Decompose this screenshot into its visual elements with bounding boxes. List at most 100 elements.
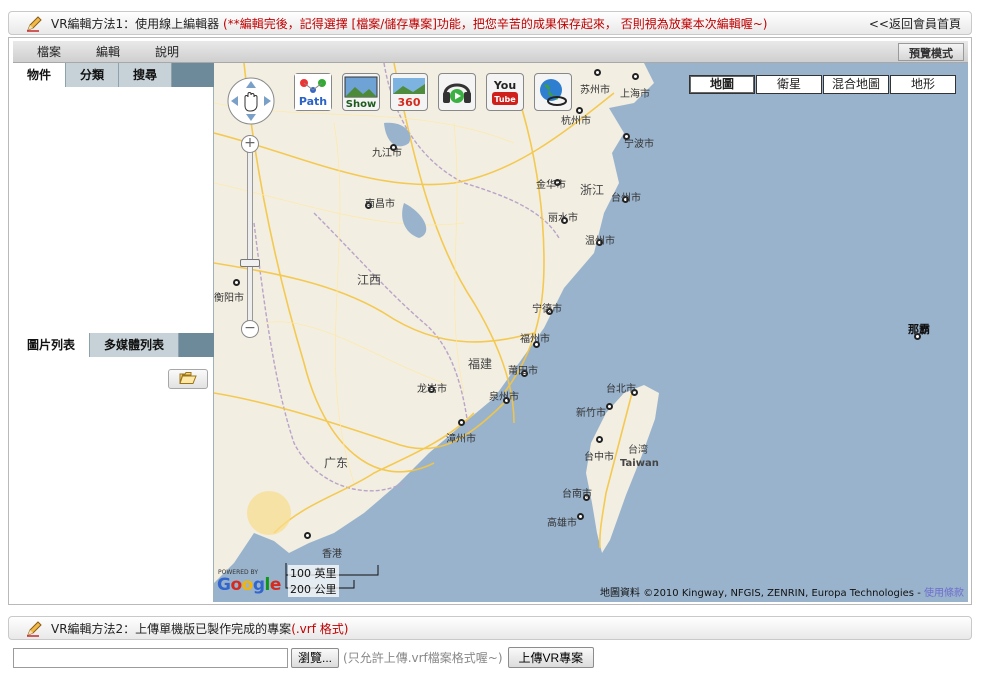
path-tool-button[interactable]: Path: [294, 73, 332, 111]
object-list[interactable]: [13, 87, 213, 331]
tab-categories[interactable]: 分類: [66, 63, 120, 87]
vrf-file-path-input[interactable]: [13, 647, 288, 668]
maptype-terrain-button[interactable]: 地形: [890, 75, 956, 94]
svg-text:360: 360: [398, 96, 421, 109]
maptype-hybrid-button[interactable]: 混合地圖: [823, 75, 889, 94]
city-label: 台北市: [606, 384, 636, 395]
terms-of-use-link[interactable]: 使用條款: [924, 588, 964, 599]
city-label: 香港: [322, 549, 342, 560]
city-label: 莆田市: [508, 366, 538, 377]
city-label: 宁德市: [532, 304, 562, 315]
globe-icon: [540, 79, 567, 106]
city-label: 南昌市: [365, 199, 395, 210]
zoom-slider-track[interactable]: [247, 151, 253, 333]
open-folder-icon: [179, 372, 197, 384]
menu-help[interactable]: 說明: [131, 43, 190, 60]
path-icon: Path: [295, 74, 331, 110]
method2-format: (.vrf 格式): [291, 621, 349, 636]
city-marker: [594, 69, 601, 76]
zoom-in-button[interactable]: +: [241, 135, 259, 153]
city-marker: [632, 73, 639, 80]
method2-header: VR編輯方法2：上傳單機版已製作完成的專案(.vrf 格式): [8, 616, 972, 640]
city-label: 台州市: [611, 193, 641, 204]
city-label: 台中市: [584, 452, 614, 463]
city-label: 那霸: [908, 323, 930, 336]
city-label: 福州市: [520, 334, 550, 345]
headphones-icon: [443, 83, 471, 103]
preview-mode-button[interactable]: 預覽模式: [898, 42, 964, 61]
show-tool-button[interactable]: Show: [342, 73, 380, 111]
zoom-out-button[interactable]: −: [241, 320, 259, 338]
left-panel: 物件 分類 搜尋 圖片列表 多媒體列表: [13, 63, 214, 602]
hand-icon: [244, 92, 258, 112]
youtube-tool-button[interactable]: You Tube: [486, 73, 524, 111]
province-label: 江西: [357, 273, 382, 287]
city-marker: [233, 279, 240, 286]
method1-warning: (**編輯完後，記得選擇 [檔案/儲存專案]功能，把您辛苦的成果保存起來， 否則…: [223, 16, 768, 31]
svg-text:Path: Path: [299, 95, 327, 108]
open-folder-button[interactable]: [168, 369, 208, 389]
menu-file[interactable]: 檔案: [13, 43, 72, 60]
map-base-layer: [214, 63, 659, 583]
city-marker: [304, 532, 311, 539]
city-label: 金华市: [536, 180, 566, 191]
pencil-icon: [27, 621, 42, 637]
method1-title: VR編輯方法1：使用線上編輯器 (**編輯完後，記得選擇 [檔案/儲存專案]功能…: [51, 16, 768, 31]
province-label: 浙江: [580, 183, 605, 197]
svg-text:Tube: Tube: [494, 95, 516, 104]
panorama-360-icon: 360: [393, 78, 425, 109]
scale-label-bottom: 200 公里: [288, 581, 339, 597]
tab-image-list[interactable]: 圖片列表: [13, 333, 91, 357]
city-marker: [577, 513, 584, 520]
city-label: 温州市: [585, 236, 615, 247]
menu-edit[interactable]: 編輯: [72, 43, 131, 60]
city-label: 宁波市: [624, 139, 654, 150]
city-label: 龙岩市: [417, 384, 447, 395]
scale-label-top: 100 英里: [288, 565, 339, 581]
pencil-icon: [27, 16, 42, 32]
city-label: 泉州市: [489, 392, 519, 403]
svg-text:Show: Show: [346, 99, 376, 110]
city-marker: [606, 403, 613, 410]
tab-multimedia-list[interactable]: 多媒體列表: [90, 333, 180, 357]
city-marker: [596, 436, 603, 443]
google-logo[interactable]: Google: [217, 575, 281, 595]
city-label: 新竹市: [576, 408, 606, 419]
maptype-satellite-button[interactable]: 衛星: [756, 75, 822, 94]
city-label: 高雄市: [547, 518, 577, 529]
province-label: Taiwan: [620, 458, 659, 469]
zoom-slider-handle[interactable]: [240, 259, 260, 267]
province-label: 广东: [324, 456, 349, 470]
tab-search[interactable]: 搜尋: [119, 63, 173, 87]
city-label: 上海市: [620, 89, 650, 100]
svg-text:You: You: [493, 79, 516, 92]
city-label: 台南市: [562, 489, 592, 500]
map-view[interactable]: 浙江 江西 福建 广东 台湾 Taiwan 苏州市 上海市杭州市宁波市九江市金华市…: [214, 63, 968, 602]
city-marker: [458, 419, 465, 426]
globe-link-tool-button[interactable]: [534, 73, 572, 111]
city-label: 九江市: [372, 148, 402, 159]
city-label: 漳州市: [446, 434, 476, 445]
object-tabbar: 物件 分類 搜尋: [13, 63, 214, 87]
city-label: 杭州市: [561, 116, 591, 127]
maptype-map-button[interactable]: 地圖: [689, 75, 755, 94]
upload-vr-project-button[interactable]: 上傳VR專案: [507, 647, 595, 668]
browse-button[interactable]: 瀏覽...: [291, 647, 340, 668]
method2-title: VR編輯方法2：上傳單機版已製作完成的專案(.vrf 格式): [51, 621, 349, 636]
youtube-icon: You Tube: [492, 79, 518, 105]
tab-objects[interactable]: 物件: [13, 63, 67, 87]
media-tabbar: 圖片列表 多媒體列表: [13, 333, 214, 357]
province-label: 台湾: [628, 445, 648, 456]
back-to-member-home-link[interactable]: <<返回會員首頁: [869, 15, 961, 32]
province-label: 福建: [468, 357, 493, 371]
upload-row: 瀏覽... (只允許上傳.vrf檔案格式喔~) 上傳VR專案: [13, 647, 595, 668]
pan-control[interactable]: [226, 76, 276, 126]
city-label: 衡阳市: [214, 293, 244, 304]
panorama-360-tool-button[interactable]: 360: [390, 73, 428, 111]
city-label: 丽水市: [548, 213, 578, 224]
map-copyright: 地圖資料 ©2010 Kingway, NFGIS, ZENRIN, Europ…: [600, 588, 964, 599]
menu-bar: 檔案 編輯 說明 預覽模式: [13, 41, 968, 63]
method1-header: VR編輯方法1：使用線上編輯器 (**編輯完後，記得選擇 [檔案/儲存專案]功能…: [8, 11, 972, 35]
audio-tool-button[interactable]: [438, 73, 476, 111]
city-label: 苏州市: [580, 85, 610, 96]
